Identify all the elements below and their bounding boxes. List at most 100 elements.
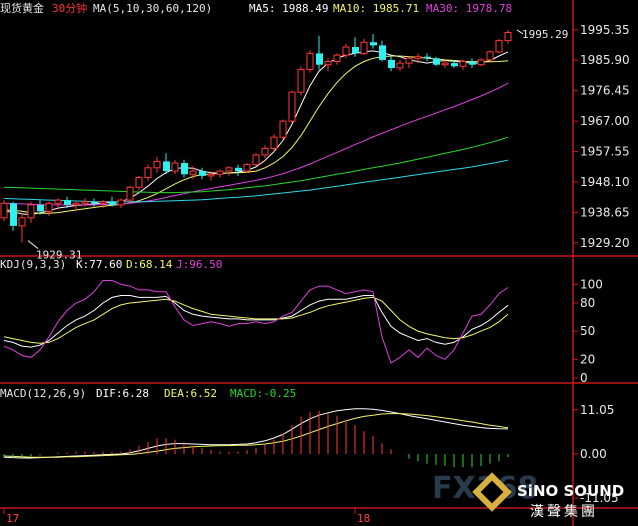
candle-body — [225, 167, 233, 172]
candle-body — [243, 164, 251, 172]
low-marker-arrow — [27, 240, 39, 249]
high-marker-label: 1995.29 — [522, 28, 568, 41]
candle-body — [37, 204, 44, 212]
price-tick-label: 1957.55 — [580, 145, 630, 159]
candle-body — [352, 47, 359, 54]
candle-body — [261, 148, 269, 156]
candle — [324, 58, 332, 72]
macd-panel — [3, 408, 509, 468]
kdj-tick-label: 80 — [580, 296, 595, 310]
macd-hist-value: MACD:-0.25 — [230, 387, 296, 400]
candle-body — [504, 32, 512, 42]
candle-body — [126, 186, 134, 201]
price-tick-label: 1995.35 — [580, 23, 630, 37]
candle — [370, 34, 377, 49]
kdj-tick-label: 0 — [580, 371, 588, 385]
candle — [459, 59, 467, 70]
time-tick-label: 17 — [6, 512, 19, 525]
candle — [181, 159, 188, 178]
candle-body — [279, 120, 287, 138]
candle-body — [388, 59, 395, 68]
brand-logo-subtext: 漢聲集團 — [530, 503, 598, 520]
candle-body — [216, 170, 224, 175]
price-tick-label: 1938.65 — [580, 206, 630, 220]
candle — [135, 175, 143, 191]
candle-body — [405, 57, 413, 64]
candle — [424, 53, 431, 62]
candle-body — [163, 161, 170, 172]
candle — [469, 58, 476, 68]
candle — [10, 201, 17, 231]
candle-body — [414, 56, 422, 59]
candle — [153, 156, 161, 173]
candle-body — [135, 177, 143, 188]
candle — [45, 201, 53, 217]
candle — [388, 55, 395, 72]
kdj-d-value: D:68.14 — [126, 258, 173, 271]
candle-body — [153, 160, 161, 169]
candle-body — [235, 167, 242, 171]
candle — [225, 166, 233, 176]
candle-body — [451, 63, 458, 67]
candle-body — [144, 167, 152, 179]
kdj-tick-label: 50 — [580, 324, 595, 338]
candle-body — [424, 56, 431, 59]
candle — [216, 169, 224, 178]
kdj-k-value: K:77.60 — [76, 258, 122, 271]
macd-tick-label: 0.00 — [580, 447, 607, 461]
candle — [261, 145, 269, 159]
kdj-tick-label: 20 — [580, 352, 595, 366]
candle — [199, 167, 206, 180]
candle-body — [360, 41, 368, 55]
candle-body — [27, 204, 35, 219]
brand-logo: SiNO SOUND 漢聲集團 — [472, 472, 624, 520]
timeframe-label: 30分钟 — [52, 1, 87, 15]
candle — [243, 163, 251, 173]
candle-body — [342, 46, 350, 56]
candle-body — [45, 202, 53, 212]
candle — [379, 40, 386, 62]
candle — [333, 53, 341, 65]
candle — [288, 90, 296, 123]
price-panel: 1995.29 1929.31 — [0, 28, 568, 262]
candle-body — [333, 54, 341, 62]
candle-body — [297, 69, 305, 93]
macd-tick-label: 11.05 — [580, 403, 614, 417]
candle-body — [379, 45, 386, 60]
kdj-line-j — [3, 280, 509, 364]
candle — [279, 119, 287, 139]
brand-logo-text: SiNO SOUND — [517, 482, 624, 500]
candle — [396, 59, 404, 72]
candle — [144, 164, 152, 181]
candle-body — [10, 203, 17, 226]
kdj-tick-label: 100 — [580, 277, 603, 291]
kdj-panel — [3, 280, 509, 364]
candle — [171, 159, 179, 175]
instrument-title: 现货黄金 — [0, 1, 44, 15]
candle-body — [270, 136, 278, 149]
candle — [235, 164, 242, 176]
candle-body — [189, 170, 197, 175]
price-tick-label: 1985.90 — [580, 53, 630, 67]
candle-body — [207, 173, 215, 177]
candle-body — [252, 154, 260, 166]
candle — [297, 66, 305, 96]
macd-dea-value: DEA:6.52 — [164, 387, 217, 400]
macd-dif-value: DIF:6.28 — [96, 387, 149, 400]
candle-body — [288, 91, 296, 122]
candle-body — [117, 199, 125, 206]
price-tick-label: 1967.00 — [580, 114, 630, 128]
candle-body — [306, 52, 314, 71]
candle-body — [181, 163, 188, 175]
candle-body — [171, 162, 179, 172]
candle-body — [370, 42, 377, 46]
candle-body — [99, 201, 107, 204]
candle-body — [109, 201, 116, 205]
candle-body — [64, 200, 71, 205]
candle — [0, 200, 8, 221]
candle — [495, 38, 503, 54]
candle — [316, 35, 323, 70]
candle-body — [91, 201, 98, 204]
price-tick-label: 1929.20 — [580, 236, 630, 250]
axes: 1995.35 1985.90 1976.45 1967.00 1957.55 1948.… — [3, 23, 630, 525]
